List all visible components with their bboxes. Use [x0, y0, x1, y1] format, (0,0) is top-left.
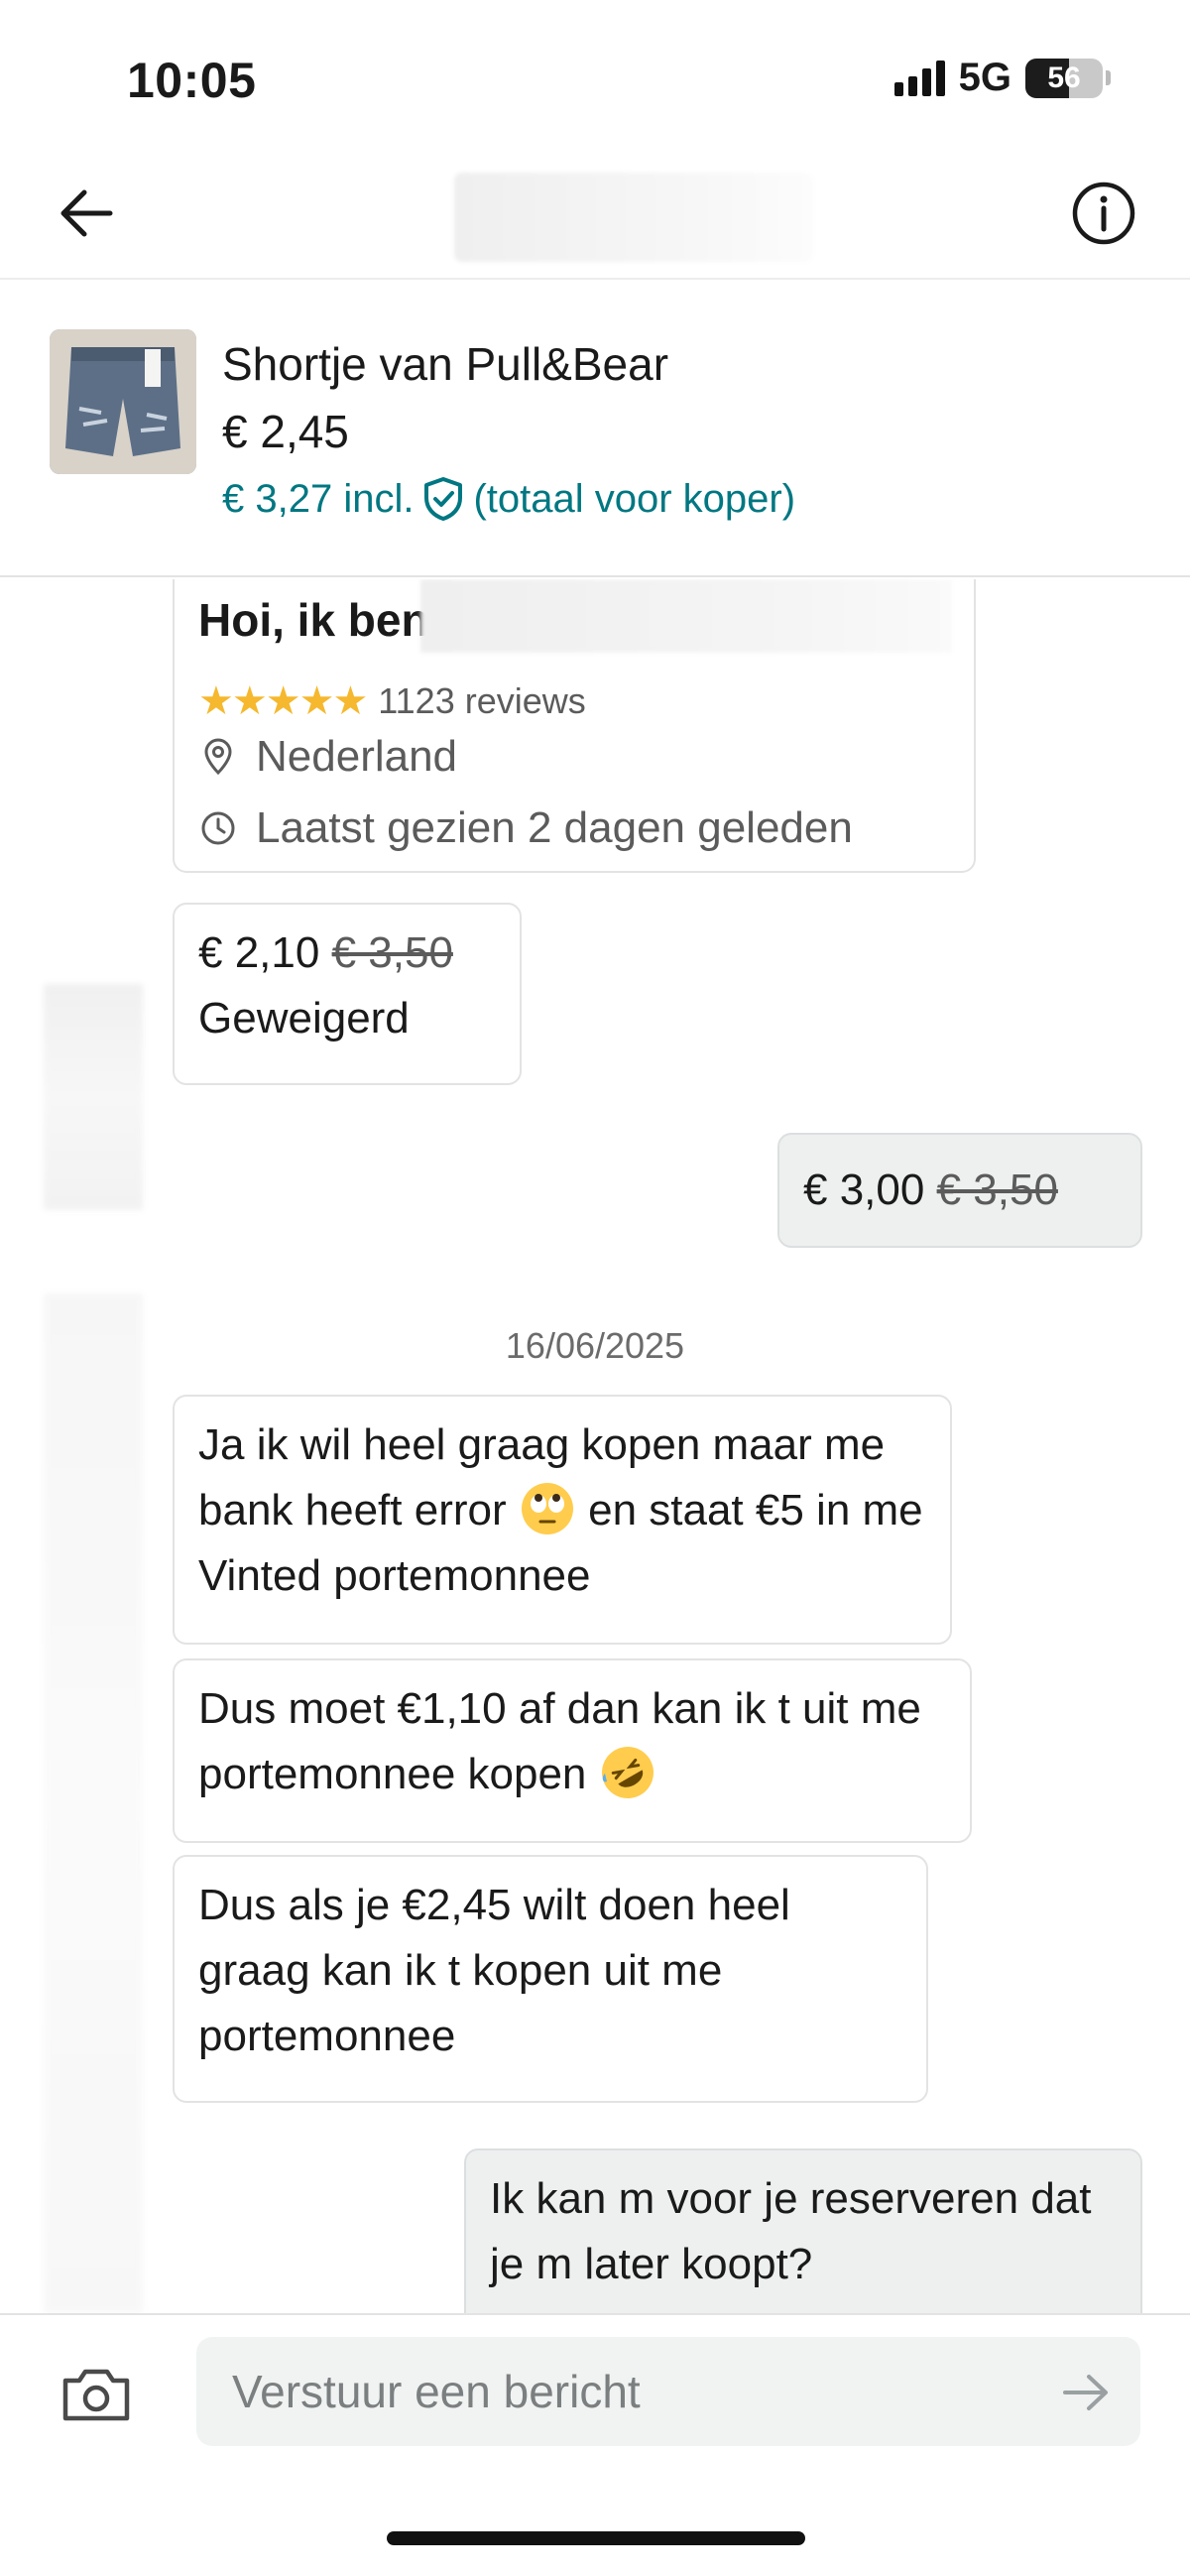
- conversation-header: [0, 149, 1190, 280]
- offer-price: € 2,10: [198, 928, 320, 977]
- cellular-signal-icon: [893, 60, 945, 96]
- total-price-value: € 3,27 incl.: [222, 476, 415, 521]
- seller-profile-card[interactable]: Hoi, ik ben ★★★★★ 1123 reviews Nederland: [173, 579, 976, 873]
- status-indicators: 5G 56: [893, 56, 1111, 100]
- rejected-offer-bubble[interactable]: € 2,10 € 3,50 Geweigerd: [173, 903, 522, 1085]
- message-bubble[interactable]: Ja ik wil heel graag kopen maar me bank …: [173, 1395, 952, 1645]
- message-bubble[interactable]: Dus als je €2,45 wilt doen heel graag ka…: [173, 1855, 928, 2103]
- status-bar: 10:05 5G 56: [0, 0, 1190, 149]
- buyer-total-price[interactable]: € 3,27 incl. (totaal voor koper): [222, 476, 795, 522]
- send-button[interactable]: [1061, 2371, 1111, 2414]
- status-time: 10:05: [127, 53, 257, 108]
- back-button[interactable]: [52, 179, 121, 248]
- profile-greeting: Hoi, ik ben: [198, 594, 429, 646]
- total-price-suffix: (totaal voor koper): [473, 476, 796, 521]
- seller-last-seen: Laatst gezien 2 dagen geleden: [198, 796, 853, 861]
- camera-icon: [62, 2369, 130, 2421]
- location-text: Nederland: [256, 732, 458, 781]
- offer-price-line: € 2,10 € 3,50: [198, 920, 496, 986]
- send-arrow-icon: [1063, 2375, 1108, 2410]
- my-offer-bubble[interactable]: € 3,00 € 3,50: [777, 1133, 1142, 1248]
- message-composer: [0, 2313, 1190, 2462]
- item-thumbnail[interactable]: [50, 329, 196, 474]
- battery-percentage: 56: [1047, 61, 1081, 94]
- last-seen-text: Laatst gezien 2 dagen geleden: [256, 803, 853, 852]
- info-icon: [1072, 182, 1135, 245]
- battery-nub: [1106, 70, 1111, 85]
- item-summary[interactable]: Shortje van Pull&Bear € 2,45 € 3,27 incl…: [0, 282, 1190, 577]
- battery-icon: 56: [1025, 58, 1103, 98]
- face-with-rolling-eyes-icon: [519, 1480, 576, 1537]
- offer-status: Geweigerd: [198, 994, 410, 1043]
- chat-thread[interactable]: Hoi, ik ben ★★★★★ 1123 reviews Nederland: [0, 579, 1190, 2313]
- seller-location: Nederland: [198, 724, 457, 790]
- camera-button[interactable]: [60, 2365, 133, 2424]
- username-redacted: [420, 579, 952, 653]
- denim-shorts-image: [50, 329, 196, 474]
- sender-avatar-redacted: [44, 1293, 143, 2313]
- message-text: Ik kan m voor je reserveren dat je m lat…: [490, 2174, 1092, 2288]
- network-type: 5G: [958, 56, 1012, 99]
- arrow-left-icon: [60, 189, 113, 237]
- message-text: Dus als je €2,45 wilt doen heel graag ka…: [198, 1881, 790, 2060]
- offer-original-price: € 3,50: [331, 928, 453, 977]
- item-price: € 2,45: [222, 406, 349, 457]
- info-button[interactable]: [1069, 179, 1138, 248]
- clock-icon: [198, 808, 238, 848]
- sender-avatar-redacted: [44, 984, 143, 1210]
- message-bubble[interactable]: Dus moet €1,10 af dan kan ik t uit me po…: [173, 1658, 972, 1843]
- item-title: Shortje van Pull&Bear: [222, 338, 669, 390]
- location-pin-icon: [198, 737, 238, 777]
- username-redacted: [454, 173, 813, 262]
- my-message-bubble[interactable]: Ik kan m voor je reserveren dat je m lat…: [464, 2148, 1142, 2313]
- buyer-protection-shield-icon: [421, 476, 465, 522]
- rolling-on-the-floor-laughing-icon: [599, 1744, 656, 1801]
- home-indicator[interactable]: [387, 2531, 805, 2545]
- offer-price: € 3,00: [803, 1165, 925, 1214]
- message-input[interactable]: [196, 2337, 1140, 2446]
- date-separator: 16/06/2025: [505, 1325, 685, 1366]
- offer-original-price: € 3,50: [936, 1165, 1058, 1214]
- message-text: Dus moet €1,10 af dan kan ik t uit me po…: [198, 1684, 921, 1798]
